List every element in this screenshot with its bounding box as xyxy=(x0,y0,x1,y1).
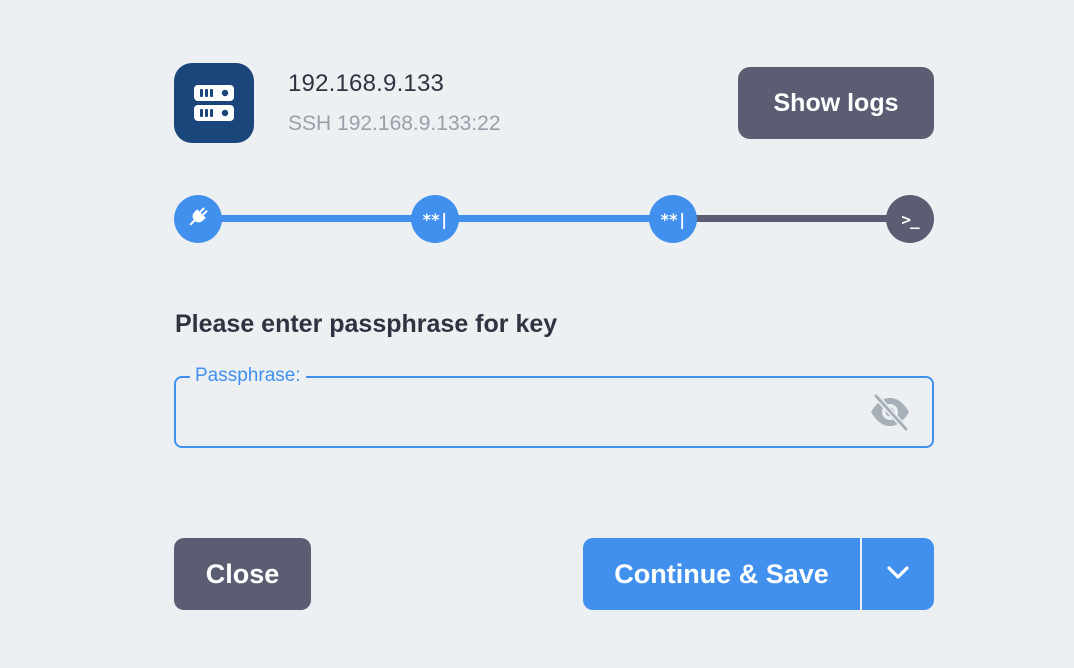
password-cursor-icon: **| xyxy=(422,209,449,229)
eye-off-icon[interactable] xyxy=(868,392,912,432)
passphrase-prompt: Please enter passphrase for key xyxy=(175,310,558,338)
terminal-icon: >_ xyxy=(901,209,919,229)
passphrase-field: Passphrase: xyxy=(174,365,934,448)
password-cursor-icon: **| xyxy=(660,209,687,229)
progress-track-pending xyxy=(674,215,910,222)
server-icon xyxy=(174,63,254,143)
passphrase-label: Passphrase: xyxy=(190,365,306,387)
show-logs-button[interactable]: Show logs xyxy=(738,67,934,139)
ssh-connect-dialog: 192.168.9.133 SSH 192.168.9.133:22 Show … xyxy=(0,0,1074,668)
step-password: **| xyxy=(411,195,459,243)
step-passphrase: **| xyxy=(649,195,697,243)
step-terminal: >_ xyxy=(886,195,934,243)
plug-icon xyxy=(186,205,210,234)
close-button[interactable]: Close xyxy=(174,538,311,610)
passphrase-input[interactable] xyxy=(192,392,856,434)
step-connect xyxy=(174,195,222,243)
chevron-down-icon xyxy=(886,565,910,584)
host-subtitle: SSH 192.168.9.133:22 xyxy=(288,112,501,135)
continue-save-button[interactable]: Continue & Save xyxy=(583,538,860,610)
continue-options-button[interactable] xyxy=(862,538,934,610)
host-title: 192.168.9.133 xyxy=(288,70,445,97)
